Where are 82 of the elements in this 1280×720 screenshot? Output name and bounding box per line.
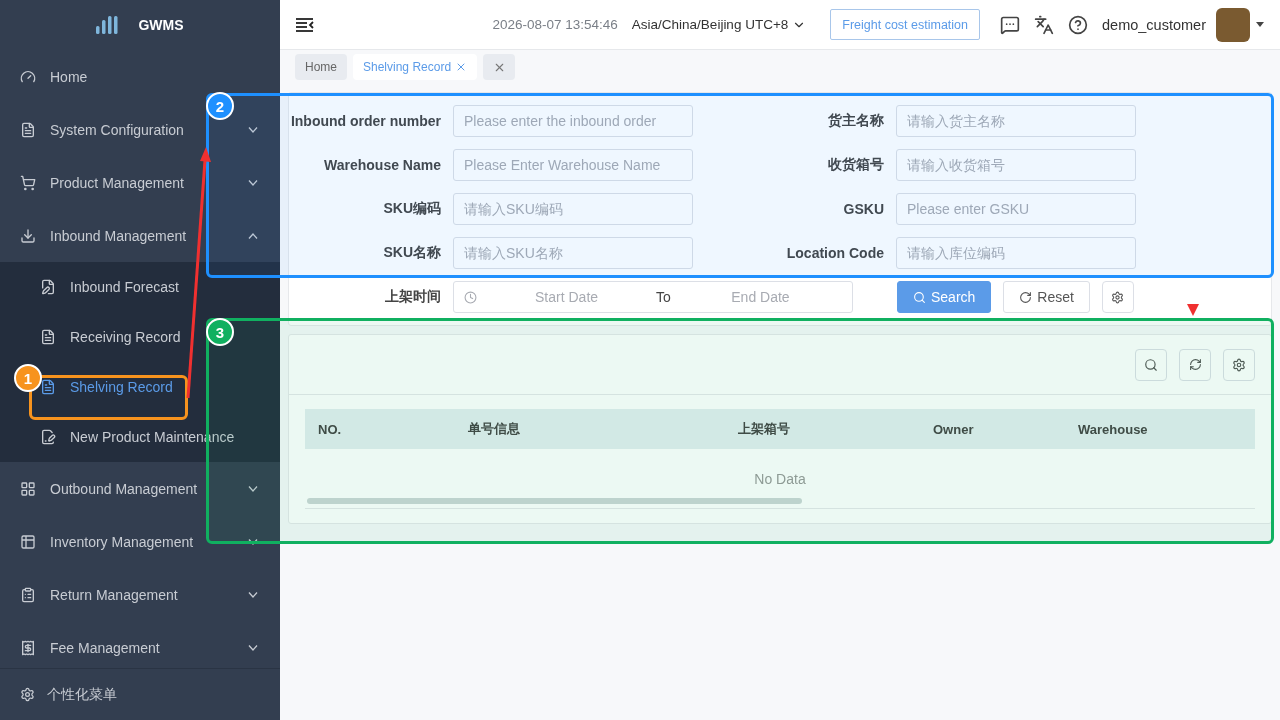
search-icon [1144,357,1158,372]
menu-item[interactable]: System Configuration [50,121,184,138]
chevron-icon[interactable] [248,179,258,186]
document-icon [40,329,56,345]
input-field[interactable]: 请输入SKU名称 [453,237,693,269]
username[interactable]: demo_customer [1102,16,1206,33]
menu-item[interactable]: Return Management [50,586,178,603]
settings-button[interactable] [1101,281,1134,313]
field-label: SKU名称 [382,244,441,262]
chevron-icon[interactable] [248,538,258,545]
menu-item[interactable]: Fee Management [50,639,160,656]
settings-icon [20,687,35,702]
menu-item-icon [20,174,36,191]
menu-item[interactable]: Product Management [50,174,184,191]
search-icon [913,290,926,304]
field-label: SKU编码 [382,200,441,218]
input-field[interactable]: 请输入库位编码 [896,237,1136,269]
input-field[interactable]: 请输入货主名称 [896,105,1136,137]
logo-icon [96,16,121,34]
menu-item-icon [20,227,36,244]
field-label: GSKU [842,201,884,217]
menu-item-icon [20,639,36,656]
column-header: NO. [318,421,343,437]
refresh-button[interactable] [1179,348,1211,381]
date-range-field[interactable]: Start Date To End Date [453,281,853,313]
timezone-dropdown[interactable]: Asia/China/Beijing UTC+8 [631,17,807,32]
scrollbar[interactable] [307,498,802,504]
menu-item[interactable]: Inventory Management [50,533,194,550]
menu-item[interactable]: Outbound Management [50,480,198,497]
message-icon[interactable] [1000,14,1021,35]
document-icon [40,279,56,295]
menu-item[interactable]: Home [50,68,88,85]
chevron-icon[interactable] [248,644,258,651]
page-tab[interactable]: Home [295,54,347,80]
menu-item-icon [20,586,36,603]
caret-icon[interactable] [1256,22,1264,27]
field-label: 货主名称 [827,112,884,130]
refresh-icon [1188,358,1202,371]
submenu-item[interactable]: Shelving Record [70,379,173,395]
input-field[interactable]: Please enter the inbound order [453,105,693,137]
document-icon [40,379,56,395]
field-label: 上架时间 [384,288,441,306]
logo-text: GWMS [138,17,184,33]
search-button[interactable] [1135,348,1167,381]
input-field[interactable]: Please Enter Warehouse Name [453,149,693,181]
current-datetime: 2026-08-07 13:54:46 [492,17,618,32]
pointer-arrow [1187,304,1199,316]
menu-icon[interactable] [296,17,314,32]
field-label: Warehouse Name [323,157,441,173]
help-icon[interactable] [1068,14,1089,35]
avatar-placeholder[interactable] [1216,7,1250,42]
column-header: Owner [933,421,975,437]
chevron-icon[interactable] [248,485,258,492]
menu-item-icon [20,68,36,85]
customize-menu-button[interactable]: 个性化菜单 [0,668,280,720]
menu-item-icon [20,121,36,138]
input-field[interactable]: Please enter GSKU [896,193,1136,225]
settings-icon [1232,357,1246,372]
reset-icon [1019,290,1033,304]
chevron-icon[interactable] [248,232,258,239]
empty-message: No Data [754,471,806,487]
reset-button[interactable]: Reset [1003,281,1090,313]
menu-item-icon [20,480,36,497]
submenu-item[interactable]: Receiving Record [70,329,181,345]
input-field[interactable]: 请输入SKU编码 [453,193,693,225]
clock-icon [464,290,477,304]
field-label: Location Code [785,245,884,261]
column-header: 单号信息 [468,420,521,438]
translate-icon[interactable] [1034,14,1055,35]
document-icon [40,429,56,445]
menu-item-icon [20,533,36,550]
chevron-icon[interactable] [248,126,258,133]
field-label: 收货箱号 [827,156,884,174]
chevron-icon[interactable] [248,591,258,598]
column-header: 上架箱号 [738,420,791,438]
submenu-item[interactable]: Inbound Forecast [70,279,179,295]
settings-button[interactable] [1223,348,1255,381]
column-header: Warehouse [1078,421,1149,437]
settings-icon [1111,290,1125,304]
input-field[interactable]: 请输入收货箱号 [896,149,1136,181]
field-label: Inbound order number [289,113,441,129]
menu-item[interactable]: Inbound Management [50,227,187,244]
